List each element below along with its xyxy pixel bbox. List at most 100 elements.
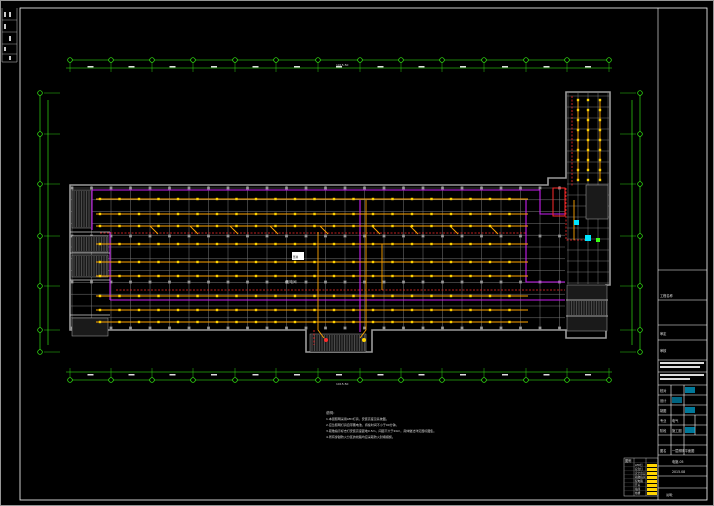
- light-fixture: [410, 212, 414, 216]
- light-fixture: [488, 197, 492, 201]
- grid-bubble-right: [637, 181, 643, 187]
- grid-bubble-left: [37, 283, 43, 289]
- light-fixture: [196, 197, 199, 201]
- light-fixture: [469, 212, 472, 216]
- tb-row-8-key: 图名: [660, 448, 666, 453]
- light-fixture: [449, 308, 453, 312]
- light-fixture: [430, 212, 433, 216]
- light-fixture: [196, 308, 199, 312]
- grid-bubble-top: [190, 57, 196, 63]
- drawing-sheet: 工程名称 审定 审核 校对 设计 制图 专业 电气 阶段 施工图 图名 一层照明…: [0, 0, 714, 506]
- light-fixture: [215, 260, 219, 264]
- light-fixture: [449, 197, 453, 201]
- light-fixture: [235, 197, 238, 201]
- light-fixture: [215, 274, 219, 278]
- legend-title: 图例: [625, 458, 631, 463]
- light-fixture: [352, 197, 355, 201]
- grid-bubble-right: [637, 131, 643, 137]
- light-fixture: [118, 274, 121, 278]
- light-fixture: [98, 224, 102, 228]
- light-fixture: [371, 212, 375, 216]
- light-fixture: [313, 274, 316, 278]
- tb-row-1-key: 审定: [660, 331, 667, 336]
- tb-row-7-key: 阶段: [660, 428, 667, 433]
- light-fixture: [118, 320, 121, 324]
- light-fixture: [391, 274, 394, 278]
- stair-hatching: [73, 191, 607, 351]
- light-fixture: [293, 308, 297, 312]
- binding-strip: [1, 8, 18, 63]
- light-fixture: [391, 320, 394, 324]
- light-fixture: [274, 224, 277, 228]
- light-fixture: [293, 224, 297, 228]
- light-fixture: [332, 260, 336, 264]
- light-fixture: [371, 274, 375, 278]
- light-fixture: [430, 242, 433, 246]
- light-fixture: [488, 320, 492, 324]
- light-fixture: [576, 108, 580, 112]
- grid-bubble-bottom: [439, 377, 445, 383]
- light-fixture: [430, 274, 433, 278]
- light-fixture: [215, 224, 219, 228]
- light-fixture: [98, 242, 102, 246]
- light-fixture: [488, 260, 492, 264]
- light-fixture: [598, 98, 602, 102]
- light-fixture: [469, 294, 472, 298]
- light-fixture: [332, 212, 336, 216]
- light-fixture: [391, 224, 394, 228]
- building-outline: [69, 91, 611, 353]
- light-fixture: [157, 212, 160, 216]
- light-fixture: [352, 260, 355, 264]
- light-fixture: [235, 260, 238, 264]
- light-fixture: [215, 294, 219, 298]
- light-fixture: [391, 212, 394, 216]
- light-fixture: [313, 242, 316, 246]
- grid-bubble-top: [232, 57, 238, 63]
- sheet-number: 电施-05: [672, 459, 684, 464]
- light-fixture: [196, 260, 199, 264]
- light-fixture: [508, 294, 511, 298]
- legend-swatches: [647, 464, 657, 495]
- light-fixture: [235, 212, 238, 216]
- light-fixture: [508, 260, 511, 264]
- light-fixture: [157, 320, 160, 324]
- grid-bubble-bottom: [523, 377, 529, 383]
- light-fixture: [332, 224, 336, 228]
- light-fixture: [118, 212, 121, 216]
- light-fixture: [598, 138, 602, 142]
- grid-bubble-top: [606, 57, 612, 63]
- tb-row-8-value: 一层照明平面图: [672, 448, 694, 453]
- grid-bubble-bottom: [67, 377, 73, 383]
- light-fixture: [508, 212, 511, 216]
- light-fixture: [274, 260, 277, 264]
- light-fixture: [176, 224, 180, 228]
- light-fixture: [274, 294, 277, 298]
- light-fixture: [254, 242, 258, 246]
- light-fixture: [235, 242, 238, 246]
- light-fixture: [137, 224, 141, 228]
- light-fixture: [254, 294, 258, 298]
- light-fixture: [469, 224, 472, 228]
- light-fixture: [332, 294, 336, 298]
- light-fixture: [98, 320, 102, 324]
- light-fixture: [274, 197, 277, 201]
- light-fixture: [118, 224, 121, 228]
- light-fixture: [598, 168, 602, 172]
- light-fixture: [274, 274, 277, 278]
- light-fixture: [391, 294, 394, 298]
- light-fixture: [332, 320, 336, 324]
- light-fixture: [410, 274, 414, 278]
- grid-bubble-top: [149, 57, 155, 63]
- light-fixture: [598, 178, 602, 182]
- title-block: [657, 8, 707, 500]
- light-fixture: [391, 308, 394, 312]
- grid-bubble-right: [637, 90, 643, 96]
- light-fixture: [449, 320, 453, 324]
- grid-bubbles: [37, 57, 643, 383]
- light-fixture: [254, 197, 258, 201]
- light-fixture: [137, 260, 141, 264]
- grid-bubble-top: [523, 57, 529, 63]
- drawing-footer: 说明：: [666, 492, 675, 497]
- note-2: 2.应急照明灯具自带蓄电池，持续时间不小于90分钟。: [326, 422, 399, 427]
- light-fixture: [313, 197, 316, 201]
